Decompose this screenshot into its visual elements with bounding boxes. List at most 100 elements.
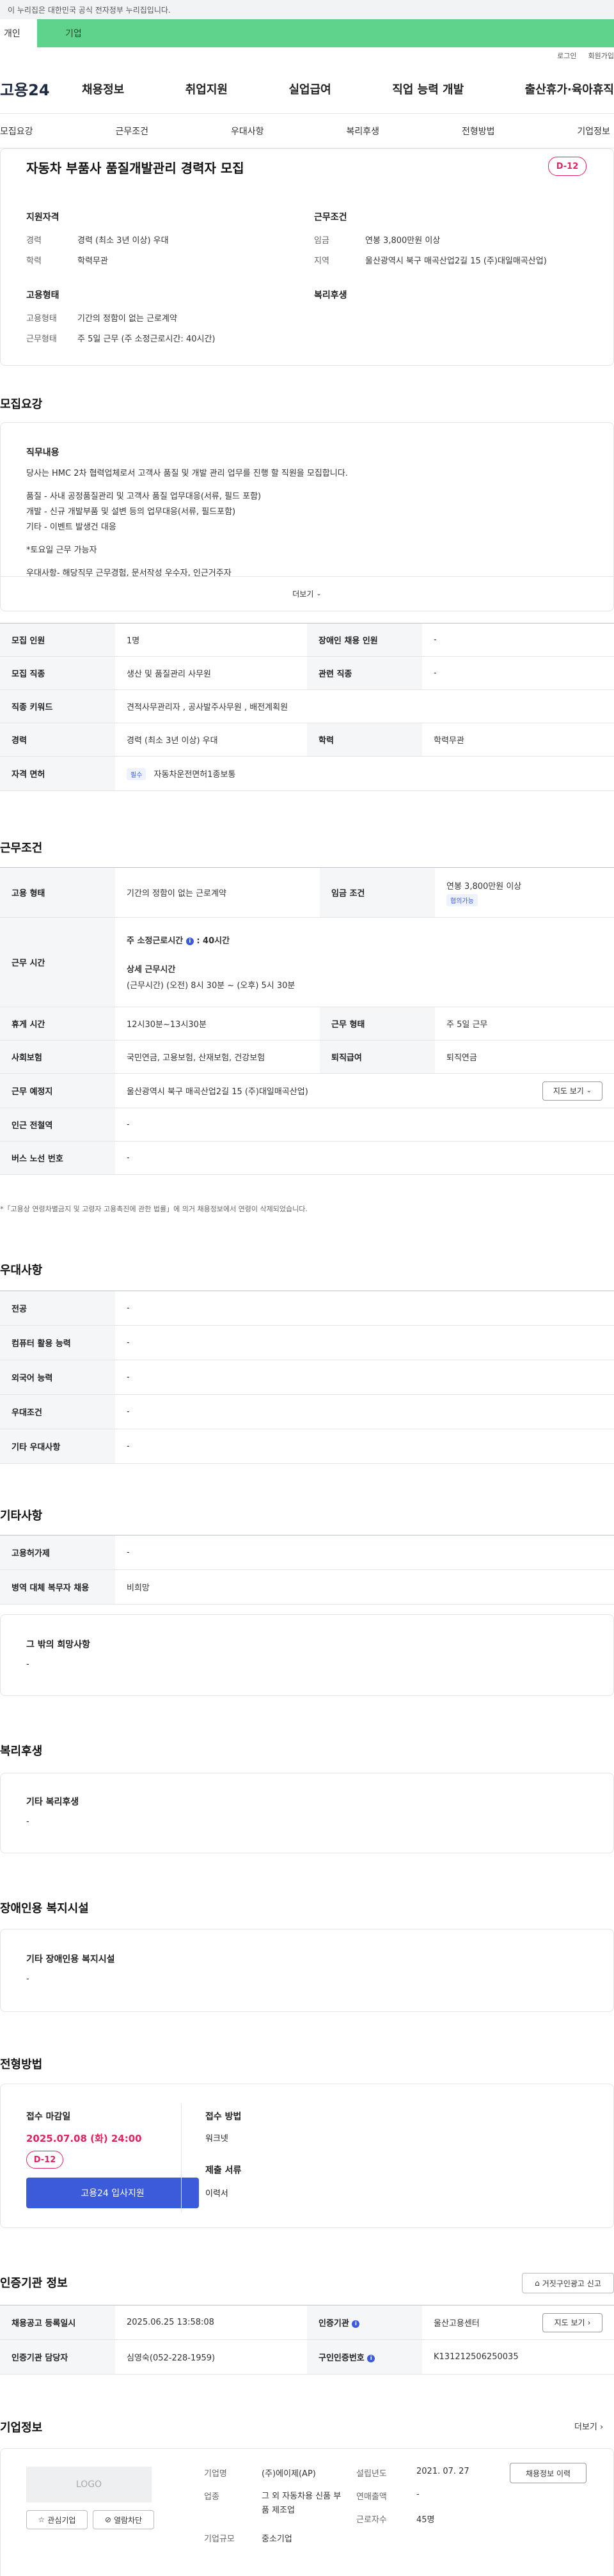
table-header: 인증기관 i [307, 2305, 422, 2340]
table-row: 근무 시간 주 소정근로시간 i : 40시간 상세 근무시간 (근무시간) (… [0, 917, 614, 1007]
chevron-down-icon: ⌄ [586, 1087, 592, 1094]
table-row: 근무 예정지 울산광역시 북구 매곡산업2길 15 (주)대일매곡산업) 지도 … [0, 1073, 614, 1108]
qual-value-education: 학력무관 [77, 256, 108, 266]
subnav-recruit[interactable]: 모집요강 [0, 125, 33, 137]
deadline-value: 2025.07.08 (화) 24:00 [26, 2133, 142, 2144]
cert-number-label: 구인인증번호 [319, 2353, 365, 2363]
map-button-label: 지도 보기 [553, 1087, 584, 1096]
cond-label-region: 지역 [314, 256, 329, 266]
table-row: 경력 경력 (최소 3년 이상) 우대 학력 학력무관 [0, 723, 614, 757]
required-chip: 필수 [127, 767, 146, 780]
license-value: 자동차운전면허1종보통 [154, 769, 236, 780]
table-header: 모집 직종 [0, 656, 115, 690]
table-header: 퇴직급여 [320, 1040, 435, 1074]
history-button[interactable]: 채용정보 이력 [510, 2463, 586, 2483]
duty-line: 당사는 HMC 2차 협력업체로서 고객사 품질 및 개발 관리 업무를 진행 … [26, 469, 348, 478]
duty-card: 직무내용 당사는 HMC 2차 협력업체로서 고객사 품질 및 개발 관리 업무… [0, 422, 614, 611]
subnav-preference[interactable]: 우대사항 [231, 125, 264, 137]
table-cell: 퇴직연금 [435, 1040, 614, 1074]
table-cell: 주 5일 근무 [435, 1007, 614, 1041]
subnav-welfare[interactable]: 복리후생 [346, 125, 379, 137]
disabled-box-title: 기타 장애인용 복지시설 [26, 1954, 115, 1965]
table-cell: - [115, 1325, 614, 1360]
table-row: 모집 인원 1명 장애인 채용 인원 - [0, 623, 614, 657]
agency-value: 울산고용센터 [434, 2319, 480, 2329]
nav-item-employment-support[interactable]: 취업지원 [185, 81, 228, 97]
location-value: 울산광역시 북구 매곡산업2길 15 (주)대일매곡산업) [127, 1087, 308, 1097]
login-link[interactable]: 로그인 [557, 51, 576, 61]
table-cell: - [422, 656, 614, 690]
disabled-card: 기타 장애인용 복지시설 - [0, 1929, 614, 2012]
nav-item-parental-leave[interactable]: 출산휴가·육아휴직 [525, 81, 614, 97]
table-header: 버스 노선 번호 [0, 1141, 115, 1175]
divider [181, 2103, 182, 2212]
employees-label: 근로자수 [356, 2515, 387, 2525]
table-header: 경력 [0, 723, 115, 757]
table-cell: 기간의 정함이 없는 근로계약 [115, 867, 320, 918]
utility-links: 로그인 회원가입 [0, 47, 614, 64]
cond-value-wage: 연봉 3,800만원 이상 [365, 236, 441, 246]
gov-banner: 이 누리집은 대한민국 공식 전자정부 누리집입니다. [0, 0, 614, 19]
employment-title: 고용형태 [26, 290, 59, 301]
tab-individual[interactable]: 개인 [0, 19, 37, 47]
company-name-value: (주)에이제(AP) [262, 2469, 316, 2479]
main-nav-items: 채용정보 취업지원 실업급여 직업 능력 개발 출산휴가·육아휴직 [82, 81, 614, 97]
work-section-title: 근무조건 [0, 842, 43, 855]
etc-table: 고용허가제 - 병역 대체 복무자 채용 비희망 [0, 1535, 614, 1605]
nav-item-jobs[interactable]: 채용정보 [82, 81, 124, 97]
nav-item-training[interactable]: 직업 능력 개발 [392, 81, 464, 97]
qualification-title: 지원자격 [26, 212, 59, 223]
chevron-right-icon: › [600, 2423, 604, 2432]
apply-button[interactable]: 고용24 입사지원 [26, 2178, 199, 2208]
sales-value: - [416, 2490, 420, 2499]
nav-item-unemployment-benefit[interactable]: 실업급여 [289, 81, 331, 97]
method-label: 접수 방법 [205, 2112, 242, 2122]
weekly-hours-value: : 40시간 [196, 936, 230, 946]
table-cell: 1명 [115, 623, 307, 657]
site-logo[interactable]: 고용24 [0, 77, 82, 100]
subnav-process[interactable]: 전형방법 [462, 125, 495, 137]
tab-corporate[interactable]: 기업 [37, 19, 614, 47]
company-section-title: 기업정보 [0, 2421, 43, 2435]
table-header: 고용허가제 [0, 1535, 115, 1570]
other-wishes-value: - [26, 1660, 29, 1669]
signup-link[interactable]: 회원가입 [588, 51, 614, 61]
report-button[interactable]: ⌂ 거짓구인광고 신고 [522, 2273, 614, 2293]
welfare-section-title: 복리후생 [0, 1745, 43, 1758]
table-cell: K131212506250035 [422, 2339, 614, 2375]
welfare-title: 복리후생 [314, 290, 347, 301]
favorite-button[interactable]: ☆ 관심기업 [26, 2510, 88, 2529]
docs-label: 제출 서류 [205, 2165, 242, 2176]
agency-section-title: 인증기관 정보 [0, 2277, 68, 2290]
info-icon: i [352, 2320, 360, 2328]
subnav-conditions[interactable]: 근무조건 [115, 125, 148, 137]
table-header: 인근 전철역 [0, 1108, 115, 1142]
block-button[interactable]: ⊘ 열람차단 [93, 2510, 154, 2529]
table-cell: - [115, 1291, 614, 1326]
table-header: 채용공고 등록일시 [0, 2305, 115, 2340]
company-more-link[interactable]: 더보기 › [574, 2420, 603, 2432]
more-button[interactable]: 더보기 ⌄ [1, 576, 613, 611]
table-cell: 필수 자동차운전면허1종보통 [115, 756, 614, 791]
table-header: 학력 [307, 723, 422, 757]
table-row: 직종 키워드 견적사무관리자 , 공사발주사무원 , 배전계획원 [0, 689, 614, 723]
agency-map-button[interactable]: 지도 보기 › [542, 2313, 602, 2332]
table-row: 컴퓨터 활용 능력 - [0, 1325, 614, 1360]
cond-value-region: 울산광역시 북구 매곡산업2길 15 (주)대일매곡산업) [365, 256, 547, 266]
process-dday-badge: D-12 [26, 2151, 63, 2169]
subnav-company[interactable]: 기업정보 [577, 125, 610, 137]
chevron-right-icon: › [587, 2318, 591, 2327]
duty-line: 개발 - 신규 개발부품 및 설변 등의 업무대응(서류, 필드포함) [26, 507, 236, 517]
table-row: 인증기관 담당자 심영숙(052-228-1959) 구인인증번호 i K131… [0, 2339, 614, 2375]
table-cell: - [422, 623, 614, 657]
table-cell: - [115, 1360, 614, 1395]
negotiable-chip: 협의가능 [446, 893, 478, 906]
map-button[interactable]: 지도 보기 ⌄ [542, 1081, 602, 1101]
detail-hours-title: 상세 근무시간 [127, 965, 176, 975]
table-cell: 국민연금, 고용보험, 산재보험, 건강보험 [115, 1040, 320, 1074]
agency-header-label: 인증기관 [319, 2319, 349, 2329]
table-header: 모집 인원 [0, 623, 115, 657]
age-note: *「고용상 연령차별금지 및 고령자 고용촉진에 관한 법률」에 의거 채용정보… [0, 1205, 308, 1213]
process-card: 접수 마감일 2025.07.08 (화) 24:00 D-12 고용24 입사… [0, 2084, 614, 2228]
duty-title: 직무내용 [26, 448, 59, 458]
